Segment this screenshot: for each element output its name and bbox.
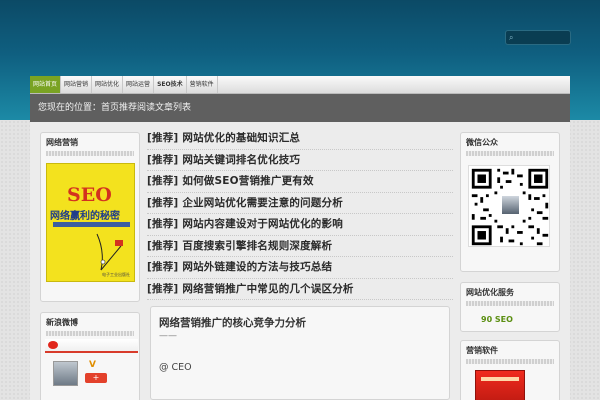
widget-title: 网络营销 — [46, 138, 78, 147]
follow-button[interactable]: + — [85, 373, 107, 383]
widget-title: 网站优化服务 — [466, 288, 514, 297]
post-title: 企业网站优化需要注意的问题分析 — [182, 196, 343, 209]
weibo-logo-icon — [48, 341, 58, 349]
article-divider: —— — [159, 331, 177, 341]
post-tag: [推荐] — [147, 218, 179, 230]
list-item[interactable]: [推荐] 企业网站优化需要注意的问题分析 — [147, 193, 453, 214]
book-cover-publisher: 电子工业出版社 — [102, 272, 130, 277]
list-item[interactable]: [推荐] 网站内容建设对于网站优化的影响 — [147, 214, 453, 236]
product-box-image[interactable] — [475, 370, 525, 400]
post-title: 网站关键词排名优化技巧 — [182, 153, 301, 166]
nav-item-marketing[interactable]: 网站营销 — [61, 76, 93, 93]
nav-item-software[interactable]: 营销软件 — [187, 76, 218, 93]
nav-item-seo-tech[interactable]: SEO技术 — [154, 76, 187, 93]
widget-title: 营销软件 — [466, 346, 498, 355]
post-tag: [推荐] — [147, 196, 179, 209]
post-title: 如何做SEO营销推广更有效 — [182, 175, 314, 187]
article-card: 网络营销推广的核心竞争力分析 —— @ CEO — [150, 306, 450, 400]
widget-divider — [466, 151, 554, 156]
post-title: 百度搜索引擎排名规则深度解析 — [182, 239, 333, 252]
post-tag: [推荐] — [147, 261, 179, 273]
qr-code-image — [468, 165, 550, 247]
verified-badge: V — [89, 360, 96, 370]
seo-service-widget: 网站优化服务 90 SEO — [460, 282, 560, 332]
post-tag: [推荐] — [147, 239, 179, 252]
nav-item-optimization[interactable]: 网站优化 — [92, 76, 124, 93]
weibo-header-bar — [45, 339, 138, 353]
qr-center-photo — [502, 196, 519, 214]
product-widget: 营销软件 — [460, 340, 560, 400]
article-title[interactable]: 网络营销推广的核心竞争力分析 — [159, 315, 306, 330]
list-item[interactable]: [推荐] 网站优化的基础知识汇总 — [147, 128, 453, 150]
list-item[interactable]: [推荐] 百度搜索引擎排名规则深度解析 — [147, 236, 453, 257]
widget-divider — [46, 331, 134, 336]
post-title: 网站外链建设的方法与技巧总结 — [182, 261, 333, 273]
book-widget: 网络营销 SEO 网络赢利的秘密 电子工业出版社 — [40, 132, 140, 302]
post-title: 网络营销推广中常见的几个误区分析 — [182, 282, 354, 295]
avatar[interactable] — [53, 361, 78, 386]
product-box-stripe — [481, 377, 519, 381]
qr-widget: 微信公众 — [460, 132, 560, 272]
seo-service-link[interactable]: 90 SEO — [481, 315, 513, 324]
widget-divider — [466, 359, 554, 364]
main-nav: 网站首页 网站营销 网站优化 网站运营 SEO技术 营销软件 — [30, 76, 570, 94]
list-item[interactable]: [推荐] 网站关键词排名优化技巧 — [147, 150, 453, 171]
post-tag: [推荐] — [147, 282, 179, 295]
book-cover-seo-text: SEO — [67, 184, 112, 206]
article-meta: @ CEO — [159, 362, 192, 373]
book-cover-subtitle-band — [53, 222, 130, 227]
post-tag: [推荐] — [147, 132, 179, 144]
widget-divider — [46, 151, 134, 156]
weibo-widget: 新浪微博 V + — [40, 312, 140, 400]
post-title: 网站优化的基础知识汇总 — [182, 132, 301, 144]
list-item[interactable]: [推荐] 网站外链建设的方法与技巧总结 — [147, 257, 453, 279]
list-item[interactable]: [推荐] 网络营销推广中常见的几个误区分析 — [147, 279, 453, 300]
search-input[interactable] — [513, 31, 568, 44]
post-tag: [推荐] — [147, 153, 179, 166]
widget-divider — [466, 301, 554, 306]
nav-item-operations[interactable]: 网站运营 — [123, 76, 155, 93]
widget-title: 新浪微博 — [46, 318, 78, 327]
post-tag: [推荐] — [147, 175, 179, 187]
content-area: 网络营销 SEO 网络赢利的秘密 电子工业出版社 新浪微博 V + [推荐] 网站… — [30, 122, 570, 400]
list-item[interactable]: [推荐] 如何做SEO营销推广更有效 — [147, 171, 453, 193]
book-cover-illustration — [96, 233, 123, 271]
search-box[interactable]: ⌕ — [505, 30, 571, 45]
post-list: [推荐] 网站优化的基础知识汇总 [推荐] 网站关键词排名优化技巧 [推荐] 如何做S… — [147, 128, 453, 300]
widget-title: 微信公众 — [466, 138, 498, 147]
post-title: 网站内容建设对于网站优化的影响 — [182, 218, 343, 230]
book-cover-image[interactable]: SEO 网络赢利的秘密 电子工业出版社 — [46, 163, 135, 282]
book-cover-title: 网络赢利的秘密 — [50, 211, 120, 222]
breadcrumb-banner: 您现在的位置：首页推荐阅读文章列表 — [30, 94, 570, 122]
nav-item-home[interactable]: 网站首页 — [30, 76, 62, 93]
